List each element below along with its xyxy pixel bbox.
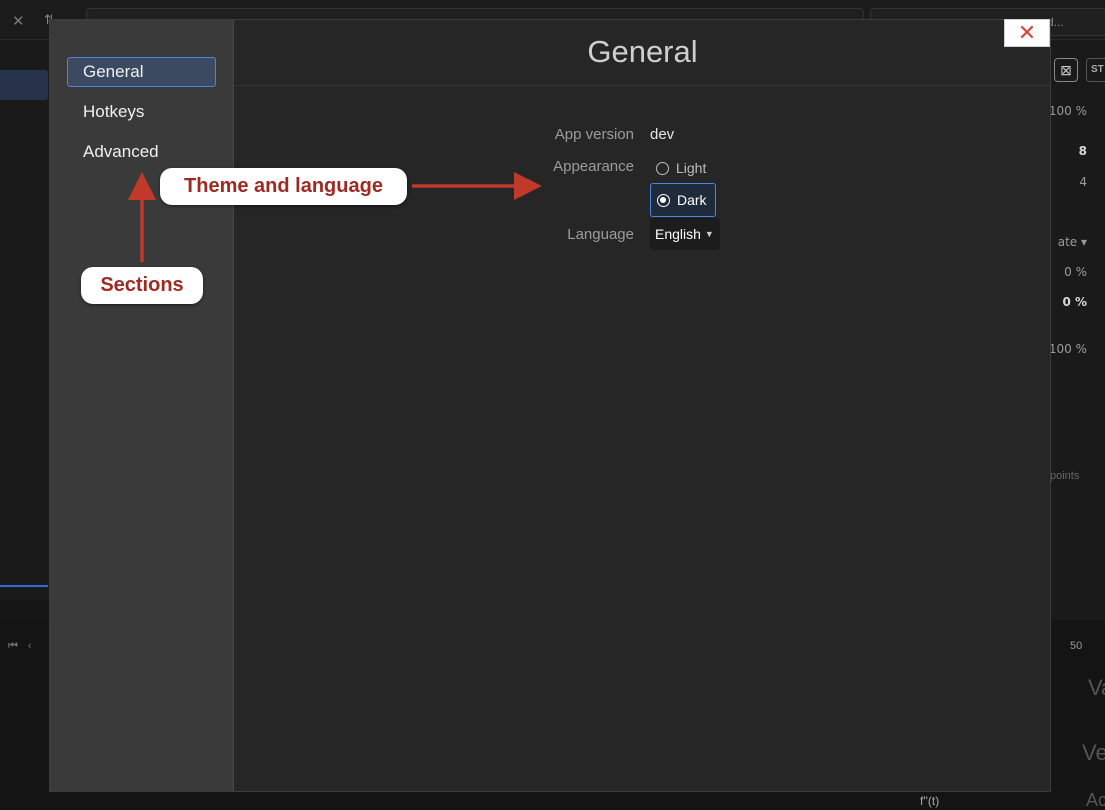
background-label: Ve — [1082, 740, 1105, 765]
close-box-icon[interactable]: ⊠ — [1054, 58, 1078, 82]
appearance-light-radio[interactable]: Light — [656, 158, 706, 178]
language-select[interactable]: English ▼ — [650, 218, 720, 250]
timeline-value: 50 — [1070, 640, 1083, 652]
close-icon[interactable]: ✕ — [12, 12, 25, 30]
close-button[interactable]: ✕ — [1004, 19, 1050, 47]
preferences-content: General App version dev Appearance Light… — [235, 20, 1050, 791]
language-label: Language — [567, 226, 634, 243]
sidebar-item-general[interactable]: General — [67, 57, 216, 87]
title-divider — [235, 85, 1050, 86]
background-value: 0 % — [1062, 295, 1087, 309]
theme-language-callout: Theme and language — [160, 168, 407, 205]
background-value: 0 % — [1064, 265, 1087, 279]
appearance-dark-radio[interactable]: Dark — [650, 183, 716, 217]
radio-label: Light — [676, 160, 707, 176]
sidebar-item-advanced[interactable]: Advanced — [67, 137, 216, 167]
background-st-button[interactable]: ST — [1086, 58, 1105, 82]
radio-label: Dark — [677, 192, 707, 208]
skip-start-icon[interactable]: ⏮‹ — [8, 640, 42, 653]
appearance-label: Appearance — [553, 158, 634, 175]
sections-callout: Sections — [81, 267, 203, 304]
background-value: 4 — [1079, 175, 1087, 189]
background-left-panel — [0, 40, 50, 600]
background-value: ate ▾ — [1057, 235, 1087, 249]
background-value: 8 — [1078, 144, 1087, 158]
background-label: Acce — [1086, 790, 1105, 810]
background-selected-row[interactable] — [0, 70, 48, 100]
background-left-highlight — [0, 585, 48, 587]
background-label: Va — [1088, 675, 1105, 700]
background-value: 100 % — [1048, 342, 1087, 356]
chevron-down-icon: ▼ — [704, 229, 714, 239]
language-select-value: English — [655, 226, 701, 242]
background-right-panel — [1050, 40, 1105, 620]
sidebar-item-hotkeys[interactable]: Hotkeys — [67, 97, 216, 127]
preferences-dialog: General Hotkeys Advanced General App ver… — [49, 19, 1051, 792]
background-label: f''(t) — [920, 794, 940, 808]
radio-selected-icon — [657, 193, 670, 207]
radio-icon — [656, 161, 669, 175]
preferences-sidebar: General Hotkeys Advanced — [50, 20, 234, 791]
app-version-value: dev — [650, 126, 675, 143]
background-label: points — [1050, 470, 1080, 482]
app-version-label: App version — [554, 126, 634, 143]
page-title: General — [587, 34, 698, 69]
background-value: 100 % — [1048, 104, 1087, 118]
